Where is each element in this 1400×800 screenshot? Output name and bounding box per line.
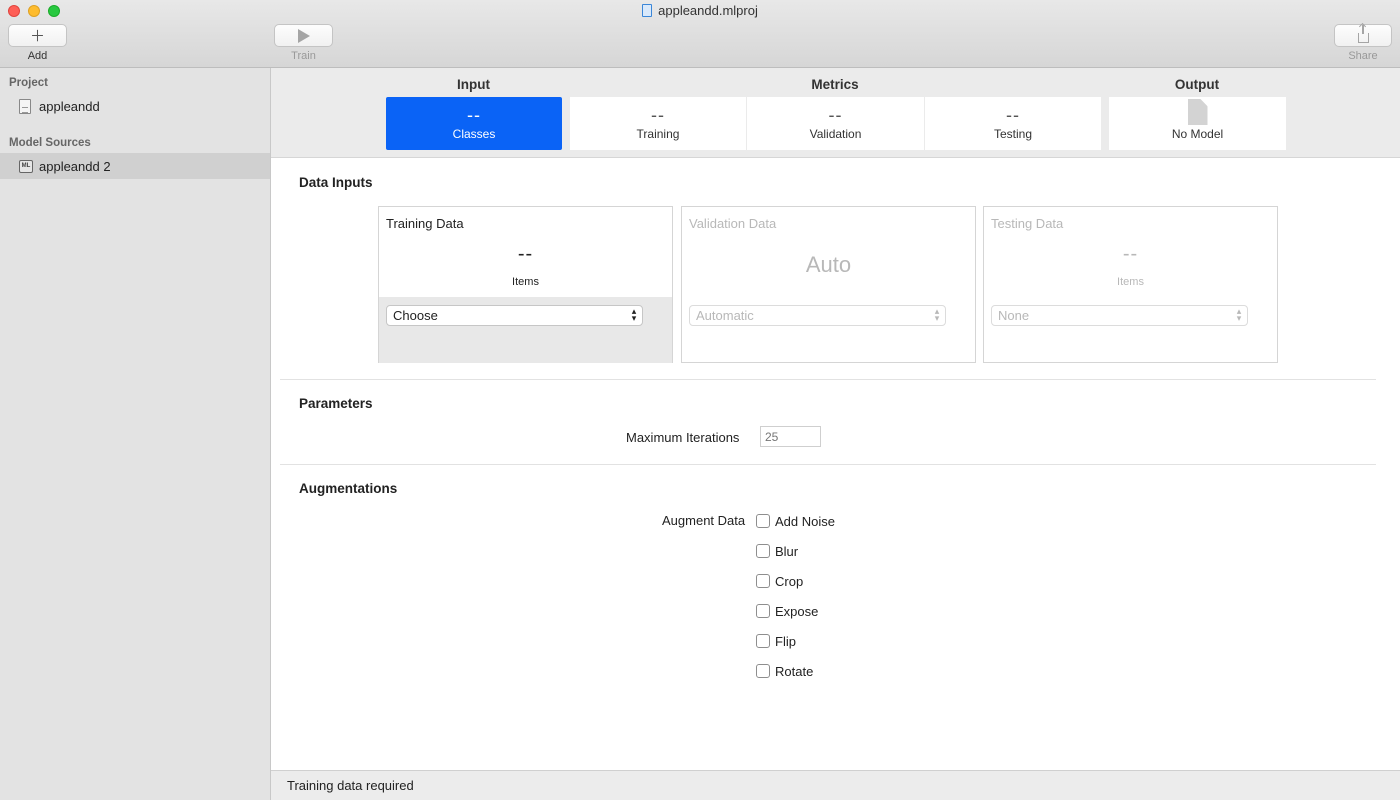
tab-output[interactable]: No Model [1109,97,1286,150]
chevron-up-down-icon: ▴ ▾ [934,306,940,323]
classes-label: Classes [452,127,496,141]
train-button[interactable] [274,24,333,47]
checkbox[interactable] [756,604,770,618]
document-icon [642,4,653,17]
plus-icon: ＋ [29,28,45,45]
testing-data-select[interactable]: None ▴ ▾ [991,305,1248,326]
add-label: Add [27,50,48,62]
status-bar: Training data required [271,770,1400,800]
validation-data-value: Auto [805,252,852,277]
section-divider [280,464,1376,465]
output-title: Output [1174,77,1220,92]
play-icon [297,28,310,43]
section-divider [280,379,1376,380]
sidebar: Project appleandd Model Sources ML apple… [0,68,271,800]
model-file-icon [1187,99,1208,125]
training-data-count: -- [517,243,534,265]
ml-model-icon: ML [19,159,33,173]
checkbox-blur[interactable]: Blur [756,543,798,559]
share-label: Share [1348,50,1378,62]
training-data-select[interactable]: Choose ▴ ▾ [386,305,643,326]
metrics-title: Metrics [811,77,859,92]
pipeline-bar: Input Metrics Output -- Classes -- Train… [271,68,1400,158]
chevron-up-down-icon: ▴ ▾ [631,306,637,323]
sidebar-item-label: appleandd [39,98,100,114]
data-inputs-title: Data Inputs [299,175,373,190]
tab-training[interactable]: -- Training [570,97,746,150]
testing-label: Testing [993,127,1033,141]
tab-validation[interactable]: -- Validation [747,97,924,150]
testing-data-box: Testing Data -- Items None ▴ ▾ [983,206,1278,363]
validation-value: -- [828,105,843,125]
classes-value: -- [467,105,481,125]
validation-lower: Automatic ▴ ▾ [682,297,975,363]
training-data-unit: Items [512,276,539,288]
checkbox[interactable] [756,514,770,528]
max-iterations-input[interactable] [760,426,821,447]
checkbox[interactable] [756,574,770,588]
status-text: Training data required [287,778,414,793]
tab-classes[interactable]: -- Classes [386,97,562,150]
testing-value: -- [1006,105,1020,125]
max-iterations-label: Maximum Iterations [626,430,740,445]
window-title: appleandd.mlproj [0,3,1400,18]
augment-data-label: Augment Data [662,513,746,528]
add-button[interactable]: ＋ [8,24,67,47]
checkbox[interactable] [756,664,770,678]
testing-data-title: Testing Data [991,216,1064,231]
checkbox-crop[interactable]: Crop [756,573,803,589]
sidebar-header-model-sources: Model Sources [9,137,91,149]
input-title: Input [457,77,490,92]
tab-testing[interactable]: -- Testing [925,97,1101,150]
checkbox-flip[interactable]: Flip [756,633,796,649]
share-button[interactable] [1334,24,1392,47]
sidebar-header-project: Project [9,77,48,89]
share-icon [1357,24,1369,43]
validation-label: Validation [809,127,862,141]
checkbox-rotate[interactable]: Rotate [756,663,813,679]
train-label: Train [291,50,316,62]
checkbox-expose[interactable]: Expose [756,603,818,619]
output-label: No Model [1171,127,1224,141]
checkbox[interactable] [756,544,770,558]
testing-lower: None ▴ ▾ [984,297,1277,363]
validation-data-box: Validation Data Auto Automatic ▴ ▾ [681,206,976,363]
checkbox-add-noise[interactable]: Add Noise [756,513,835,529]
sidebar-item-label: appleandd 2 [39,158,111,174]
training-data-box[interactable]: Training Data -- Items Choose ▴ ▾ [378,206,673,363]
project-file-icon [19,98,31,114]
validation-data-select[interactable]: Automatic ▴ ▾ [689,305,946,326]
training-value: -- [651,105,665,125]
parameters-title: Parameters [299,396,373,411]
training-data-title: Training Data [386,216,464,231]
validation-data-title: Validation Data [689,216,777,231]
checkbox[interactable] [756,634,770,648]
sidebar-item-model-source[interactable]: ML appleandd 2 [0,153,270,179]
testing-data-count: -- [1122,243,1139,265]
training-drop-zone[interactable]: Choose ▴ ▾ [379,297,672,363]
chevron-up-down-icon: ▴ ▾ [1236,306,1242,323]
training-label: Training [636,127,680,141]
sidebar-item-project[interactable]: appleandd [0,93,270,119]
augmentations-title: Augmentations [299,481,398,496]
main-content: Input Metrics Output -- Classes -- Train… [271,68,1400,770]
title-bar: appleandd.mlproj ＋ Add Train Share [0,0,1400,68]
testing-data-unit: Items [1117,276,1144,288]
